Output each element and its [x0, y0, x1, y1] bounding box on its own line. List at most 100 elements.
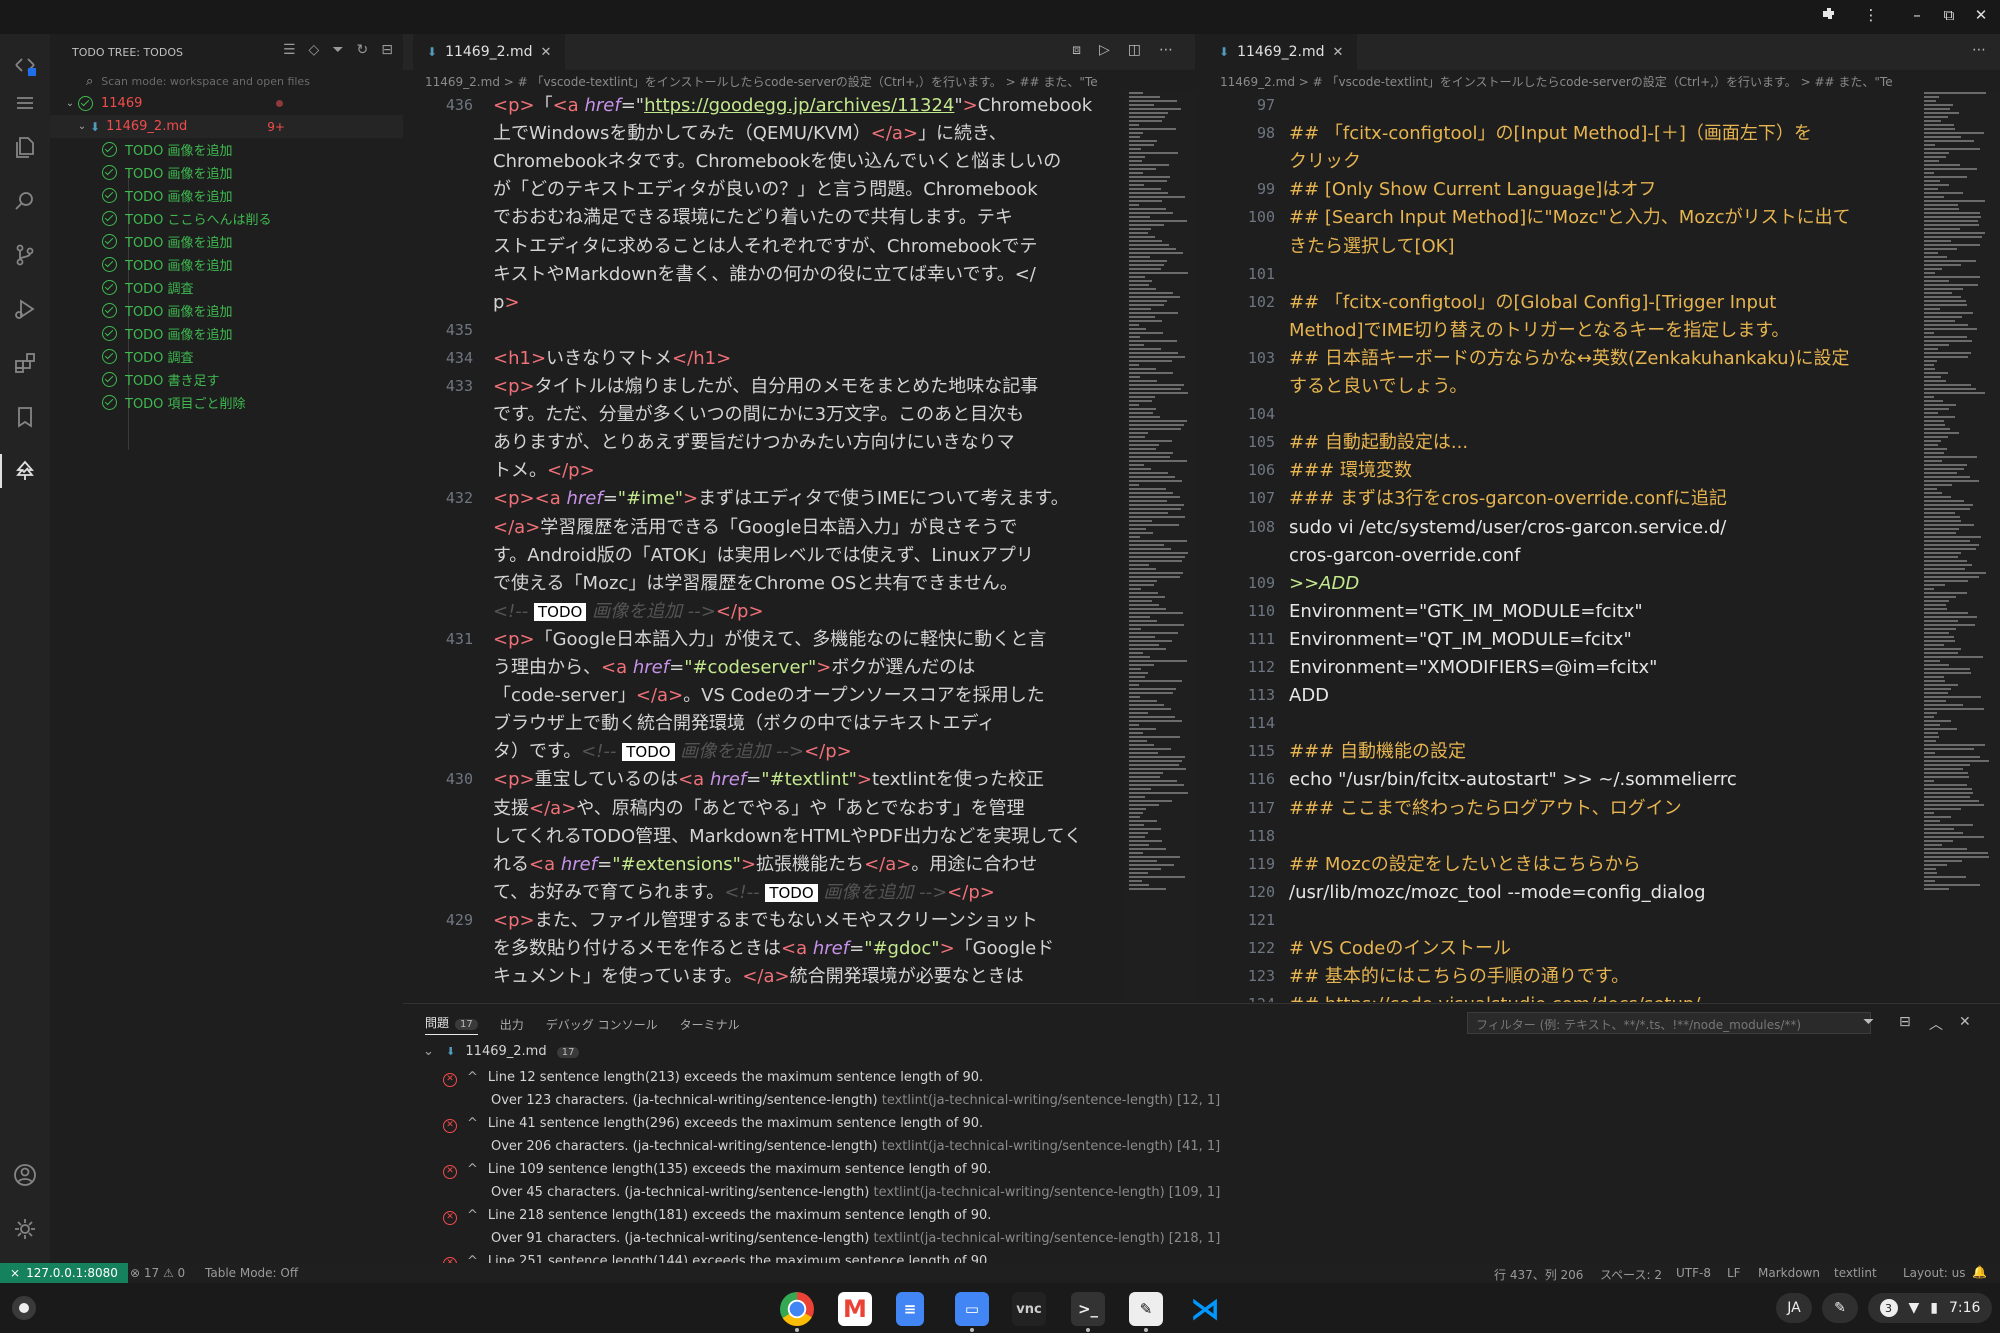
problems-filter-input[interactable]: フィルター (例: テキスト、**/*.ts、!**/node_modules/…	[1467, 1012, 1871, 1034]
code-line[interactable]: <p>「<a href="https://goodegg.jp/archives…	[493, 92, 1092, 120]
code-line[interactable]: ## 自動起動設定は...	[1289, 429, 1468, 457]
code-line[interactable]: で使える「Mozc」は学習履歴をChrome OSと共有できません。	[493, 570, 1018, 598]
code-line[interactable]: ADD	[1289, 682, 1329, 710]
more-actions-icon[interactable]: ⋯	[1159, 42, 1173, 58]
split-editor-icon[interactable]: ◫	[1128, 42, 1141, 58]
restore-icon[interactable]: ⧉	[1938, 6, 1960, 24]
tab-output[interactable]: 出力	[500, 1016, 524, 1033]
code-line[interactable]: きたら選択して[OK]	[1289, 233, 1454, 261]
code-line[interactable]: すると良いでしょう。	[1289, 373, 1467, 401]
editor-tab[interactable]: ⬇ 11469_2.md ✕	[413, 34, 566, 70]
code-line[interactable]: </a>学習履歴を活用できる「Google日本語入力」が良さそうで	[493, 514, 1017, 542]
problems-file-row[interactable]: ⌄ ⬇ 11469_2.md 17	[423, 1044, 580, 1059]
status-eol[interactable]: LF	[1727, 1266, 1741, 1280]
problem-detail[interactable]: Over 91 characters. (ja-technical-writin…	[491, 1231, 1220, 1246]
problem-detail[interactable]: Over 45 characters. (ja-technical-writin…	[491, 1185, 1220, 1200]
minimize-icon[interactable]: –	[1906, 6, 1928, 24]
code-line[interactable]: ### 環境変数	[1289, 457, 1412, 485]
hyperlink[interactable]: https://goodegg.jp/archives/11324	[644, 95, 954, 116]
launcher-button[interactable]	[12, 1296, 36, 1320]
code-line[interactable]: <!-- TODO 画像を追加 --></p>	[493, 598, 764, 626]
code-line[interactable]: クリック	[1289, 148, 1361, 176]
code-line[interactable]: タ）です。<!-- TODO 画像を追加 --></p>	[493, 738, 852, 766]
code-line[interactable]: 「code-server」</a>。VS Codeのオープンソースコアを採用した	[493, 682, 1045, 710]
more-menu-icon[interactable]: ⋮	[1860, 6, 1882, 24]
filter-icon[interactable]: ⏷	[1863, 1014, 1874, 1030]
tree-view-icon[interactable]: ☰	[283, 42, 296, 58]
open-preview-icon[interactable]: ⧈	[1072, 42, 1081, 58]
notifications-bell-icon[interactable]: 🔔	[1972, 1265, 1987, 1279]
problem-item[interactable]: ✕ ^ Line 109 sentence length(135) exceeds …	[443, 1162, 991, 1179]
problem-item[interactable]: ✕ ^ Line 12 sentence length(213) exceeds t…	[443, 1070, 983, 1087]
todo-item[interactable]: TODO 画像を追加	[50, 230, 403, 253]
code-line[interactable]: ## Mozcの設定をしたいときはこちらから	[1289, 851, 1641, 879]
run-debug-icon[interactable]	[0, 286, 50, 332]
code-line[interactable]: ## 「fcitx-configtool」の[Input Method]-[＋]…	[1289, 120, 1812, 148]
filter-icon[interactable]: ⏷	[332, 42, 343, 58]
status-linter[interactable]: textlint	[1834, 1266, 1877, 1280]
todo-item[interactable]: TODO 項目ごと削除	[50, 391, 403, 414]
docs-app-icon[interactable]: ≡	[896, 1292, 924, 1326]
right-breadcrumb[interactable]: 11469_2.md > # 「vscode-textlint」をインストールし…	[1220, 70, 2000, 92]
todo-item[interactable]: TODO 画像を追加	[50, 161, 403, 184]
close-panel-icon[interactable]: ✕	[1959, 1014, 1971, 1030]
todo-tree-icon[interactable]	[0, 448, 50, 494]
left-minimap[interactable]	[1125, 92, 1195, 1002]
maximize-panel-icon[interactable]: ︿	[1929, 1014, 1943, 1034]
tab-problems[interactable]: 問題 17	[425, 1014, 478, 1035]
close-tab-icon[interactable]: ✕	[1332, 45, 1343, 60]
code-line[interactable]: cros-garcon-override.conf	[1289, 542, 1521, 570]
stylus-tools-icon[interactable]: ✎	[1822, 1293, 1858, 1323]
ime-indicator[interactable]: JA	[1776, 1293, 1812, 1323]
todo-item[interactable]: TODO 調査	[50, 276, 403, 299]
todo-item[interactable]: TODO 画像を追加	[50, 184, 403, 207]
extensions-icon[interactable]	[0, 340, 50, 386]
left-editor[interactable]: 436 <p>「<a href="https://goodegg.jp/archi…	[403, 92, 1125, 1002]
code-line[interactable]: Chromebookネタです。Chromebookを使い込んでいくと悩ましいの	[493, 148, 1061, 176]
code-line[interactable]: <p><a href="#ime">まずはエディタで使うIMEについて考えます。	[493, 485, 1069, 513]
files-app-icon[interactable]: ▭	[955, 1292, 989, 1326]
more-actions-icon[interactable]: ⋯	[1972, 42, 1986, 58]
remote-indicator[interactable]: ⨯ 127.0.0.1:8080	[0, 1263, 128, 1283]
settings-gear-icon[interactable]	[0, 1206, 50, 1252]
code-line[interactable]: を多数貼り付けるメモを作るときは<a href="#gdoc">「Googleド	[493, 935, 1054, 963]
code-line[interactable]: ブラウザ上で動く統合開発環境（ボクの中ではテキストエディ	[493, 710, 995, 738]
todo-item[interactable]: TODO 画像を追加	[50, 138, 403, 161]
account-icon[interactable]	[0, 1152, 50, 1198]
chrome-app-icon[interactable]	[780, 1292, 814, 1326]
code-line[interactable]: <p>「Google日本語入力」が使えて、多機能なのに軽快に動くと言	[493, 626, 1046, 654]
status-table-mode[interactable]: Table Mode: Off	[205, 1266, 298, 1280]
code-line[interactable]: が「どのテキストエディタが良いの？」と言う問題。Chromebook	[493, 176, 1038, 204]
code-line[interactable]: ストエディタに求めることは人それぞれですが、Chromebookでテ	[493, 233, 1037, 261]
terminal-app-icon[interactable]: >_	[1071, 1292, 1105, 1326]
code-line[interactable]: ありますが、とりあえず要旨だけつかみたい方向けにいきなりマ	[493, 429, 1015, 457]
code-line[interactable]: 支援</a>や、原稿内の「あとでやる」や「あとでなおす」を管理	[493, 795, 1025, 823]
code-line[interactable]: キュメント」を使っています。</a>統合開発環境が必要なときは	[493, 963, 1024, 991]
code-line[interactable]: です。ただ、分量が多くいつの間にかに3万文字。このあと目次も	[493, 401, 1024, 429]
code-line[interactable]: ## https://code.visualstudio.com/docs/se…	[1289, 991, 1700, 1002]
gmail-app-icon[interactable]: M	[838, 1292, 872, 1326]
code-line[interactable]: ### 自動機能の設定	[1289, 738, 1466, 766]
todo-item[interactable]: TODO 画像を追加	[50, 299, 403, 322]
menu-icon[interactable]	[0, 80, 50, 126]
problem-detail[interactable]: Over 206 characters. (ja-technical-writi…	[491, 1139, 1220, 1154]
code-line[interactable]: ### ここまで終わったらログアウト、ログイン	[1289, 795, 1682, 823]
right-minimap[interactable]	[1920, 92, 2000, 1002]
close-window-icon[interactable]: ✕	[1970, 6, 1992, 24]
left-breadcrumb[interactable]: 11469_2.md > # 「vscode-textlint」をインストールし…	[425, 70, 1205, 92]
collapse-all-icon[interactable]: ⊟	[1899, 1014, 1911, 1030]
status-cursor-position[interactable]: 行 437、列 206	[1494, 1266, 1583, 1283]
code-line[interactable]: Environment="QT_IM_MODULE=fcitx"	[1289, 626, 1632, 654]
code-line[interactable]: Environment="GTK_IM_MODULE=fcitx"	[1289, 598, 1643, 626]
status-problems[interactable]: ⊗ 17 ⚠ 0	[130, 1266, 185, 1280]
code-line[interactable]: でおおむね満足できる環境にたどり着いたので共有します。テキ	[493, 204, 1013, 232]
tab-debug-console[interactable]: デバッグ コンソール	[546, 1016, 658, 1033]
code-line[interactable]: て、お好みで育てられます。<!-- TODO 画像を追加 --></p>	[493, 879, 995, 907]
vnc-app-icon[interactable]: vnc	[1012, 1292, 1046, 1326]
code-line[interactable]: p>	[493, 289, 520, 317]
tag-icon[interactable]: ◇	[309, 42, 320, 58]
problem-item[interactable]: ✕ ^ Line 218 sentence length(181) exceeds …	[443, 1208, 991, 1225]
tab-terminal[interactable]: ターミナル	[680, 1016, 740, 1033]
right-editor[interactable]: 97 98 ## 「fcitx-configtool」の[Input Method]…	[1205, 92, 1920, 1002]
extension-icon[interactable]	[1818, 5, 1840, 27]
